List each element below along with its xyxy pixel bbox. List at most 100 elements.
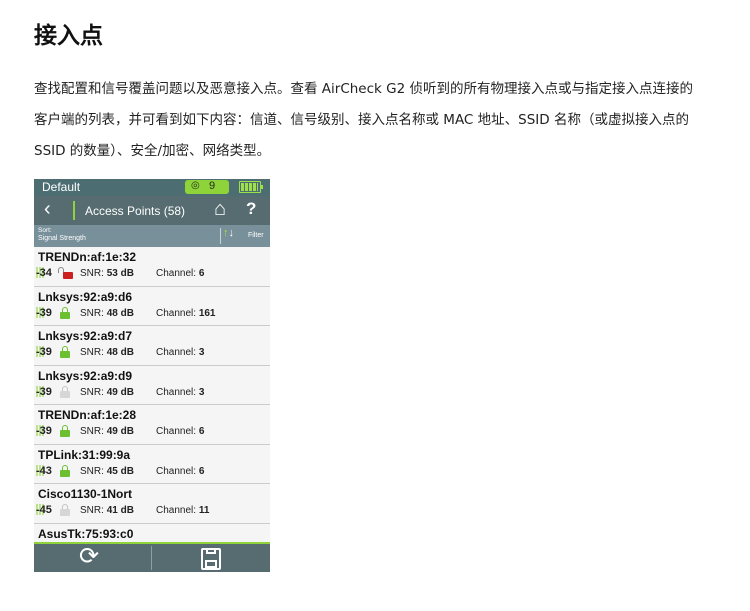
- snr-value: 48 dB: [106, 347, 134, 358]
- snr-text: SNR: 45 dB: [80, 466, 134, 477]
- nav-divider: [73, 201, 75, 220]
- sort-label: Sort:: [38, 227, 52, 234]
- paragraph-line: SSID 的数量）、安全/加密、网络类型。: [34, 143, 271, 159]
- channel-value: 161: [198, 307, 216, 319]
- signal-value: -43: [36, 464, 52, 477]
- signal-value: -39: [36, 346, 52, 358]
- signal-level: -39: [35, 306, 52, 319]
- snr-text: SNR: 48 dB: [80, 308, 134, 319]
- channel-label: Channel:: [156, 268, 197, 279]
- filter-button[interactable]: Filter: [248, 232, 264, 239]
- channel-text: Channel: 3: [156, 347, 204, 358]
- access-point-name: AsusTk:75:93:c0: [38, 526, 134, 541]
- lock-icon: [60, 464, 70, 477]
- channel-text: Channel: 11: [156, 505, 209, 516]
- channel-value: 6: [198, 268, 205, 279]
- access-point-row[interactable]: AsusTk:75:93:c0: [34, 523, 270, 544]
- bottom-toolbar: ⟳: [34, 542, 270, 572]
- snr-value: 48 dB: [106, 307, 134, 319]
- signal-level: -39: [35, 425, 52, 437]
- wifi-count-badge: ◎ 9: [185, 180, 229, 194]
- access-point-row[interactable]: Lnksys:92:a9:d6 -39 SNR: 48 dB Channel: 161: [34, 286, 270, 326]
- snr-label: SNR:: [80, 465, 104, 477]
- signal-value: -39: [36, 306, 52, 319]
- toolbar-divider: [151, 546, 152, 570]
- save-icon[interactable]: [201, 548, 221, 570]
- chevron-left-icon[interactable]: ‹: [44, 198, 51, 221]
- channel-text: Channel: 6: [156, 426, 204, 437]
- access-point-name: Cisco1130-1Nort: [38, 487, 133, 501]
- sort-bar[interactable]: Sort: Signal Strength ↑↓ Filter: [34, 225, 270, 247]
- lock-icon: [60, 306, 70, 319]
- access-point-name: TRENDn:af:1e:28: [38, 408, 137, 422]
- refresh-icon[interactable]: ⟳: [79, 542, 99, 571]
- access-point-name: TPLink:31:99:9a: [38, 447, 131, 462]
- description-paragraph: 查找配置和信号覆盖问题以及恶意接入点。查看 AirCheck G2 侦听到的所有…: [34, 74, 724, 167]
- sort-value: Signal Strength: [38, 235, 86, 242]
- channel-label: Channel:: [156, 426, 197, 437]
- sort-direction-icon[interactable]: ↑↓: [223, 227, 234, 239]
- access-point-name: Lnksys:92:a9:d7: [38, 329, 133, 343]
- signal-level: -39: [35, 385, 52, 398]
- channel-text: Channel: 161: [156, 308, 216, 319]
- snr-label: SNR:: [80, 307, 104, 319]
- nav-bar: ‹ Access Points (58) ⌂ ?: [34, 196, 270, 225]
- channel-value: 6: [198, 465, 205, 477]
- channel-value: 11: [198, 505, 210, 516]
- access-point-row[interactable]: TRENDn:af:1e:32 -34 SNR: 53 dB Channel: 6: [34, 247, 270, 287]
- access-point-row[interactable]: Lnksys:92:a9:d7 -39 SNR: 48 dB Channel: 3: [34, 326, 270, 366]
- screen-title: Access Points (58): [85, 204, 186, 218]
- channel-label: Channel:: [156, 465, 197, 477]
- signal-level: -43: [35, 464, 52, 477]
- status-bar: Default ◎ 9: [34, 179, 270, 196]
- snr-label: SNR:: [80, 505, 104, 516]
- sort-divider: [220, 228, 221, 244]
- snr-value: 45 dB: [106, 465, 134, 477]
- channel-text: Channel: 6: [156, 268, 204, 279]
- access-point-row[interactable]: Cisco1130-1Nort -45 SNR: 41 dB Channel: 11: [34, 484, 270, 524]
- snr-text: SNR: 49 dB: [80, 426, 134, 437]
- channel-label: Channel:: [156, 347, 197, 358]
- lock-icon: [60, 346, 70, 358]
- signal-value: -39: [36, 425, 52, 437]
- snr-value: 53 dB: [106, 268, 134, 279]
- wifi-icon: ◎: [191, 180, 200, 191]
- wifi-count: 9: [209, 180, 216, 192]
- access-point-row[interactable]: TRENDn:af:1e:28 -39 SNR: 49 dB Channel: 6: [34, 405, 270, 445]
- snr-text: SNR: 41 dB: [80, 505, 134, 516]
- signal-level: -39: [35, 346, 52, 358]
- channel-value: 3: [198, 347, 205, 358]
- page-title: 接入点: [34, 23, 103, 49]
- unlocked-icon: [58, 267, 73, 279]
- channel-label: Channel:: [156, 386, 197, 398]
- paragraph-line: 查找配置和信号覆盖问题以及恶意接入点。查看 AirCheck G2 侦听到的所有…: [34, 81, 693, 97]
- lock-icon: [60, 385, 70, 398]
- lock-icon: [60, 504, 70, 516]
- access-point-name: TRENDn:af:1e:32: [38, 250, 137, 264]
- device-screenshot: Default ◎ 9 ‹ Access Points (58) ⌂ ? Sor…: [34, 179, 270, 572]
- home-icon[interactable]: ⌂: [214, 198, 226, 221]
- snr-label: SNR:: [80, 268, 104, 279]
- signal-value: -45: [36, 504, 52, 516]
- paragraph-line: 客户端的列表，并可看到如下内容：信道、信号级别、接入点名称或 MAC 地址、SS…: [34, 112, 689, 128]
- snr-label: SNR:: [80, 347, 104, 358]
- snr-label: SNR:: [80, 386, 104, 398]
- snr-value: 49 dB: [106, 426, 134, 437]
- channel-text: Channel: 3: [156, 387, 204, 398]
- channel-label: Channel:: [156, 307, 197, 319]
- snr-text: SNR: 53 dB: [80, 268, 134, 279]
- access-point-row[interactable]: TPLink:31:99:9a -43 SNR: 45 dB Channel: 6: [34, 444, 270, 484]
- battery-icon: [239, 181, 263, 193]
- access-point-name: Lnksys:92:a9:d9: [38, 368, 133, 383]
- snr-label: SNR:: [80, 426, 104, 437]
- lock-icon: [60, 425, 70, 437]
- signal-level: -45: [35, 504, 52, 516]
- access-point-name: Lnksys:92:a9:d6: [38, 289, 133, 304]
- snr-text: SNR: 49 dB: [80, 387, 134, 398]
- snr-text: SNR: 48 dB: [80, 347, 134, 358]
- access-point-row[interactable]: Lnksys:92:a9:d9 -39 SNR: 49 dB Channel: 3: [34, 365, 270, 405]
- channel-text: Channel: 6: [156, 466, 204, 477]
- signal-value: -39: [36, 385, 52, 398]
- channel-value: 3: [198, 386, 205, 398]
- help-button[interactable]: ?: [246, 199, 256, 219]
